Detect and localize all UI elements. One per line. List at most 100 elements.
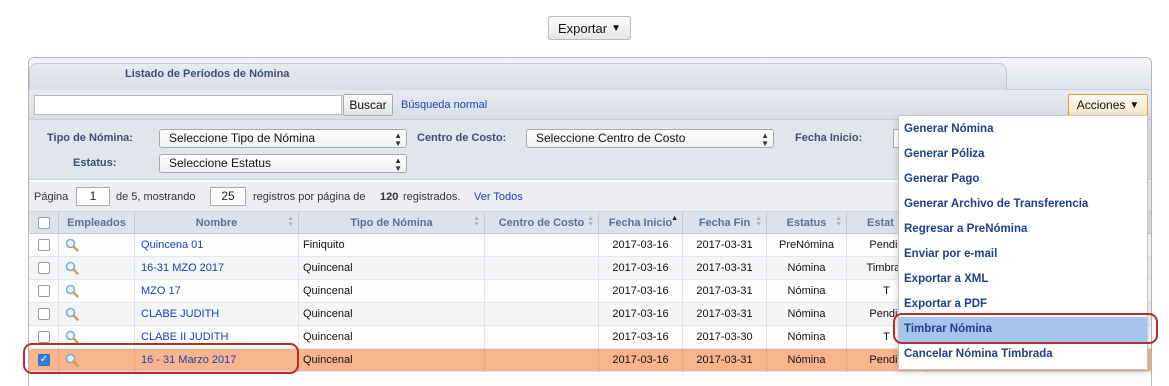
row-start-date: 2017-03-16 <box>599 257 683 280</box>
row-end-date: 2017-03-31 <box>683 349 767 372</box>
col-payroll-type[interactable]: Tipo de Nómina ▲ ▼ <box>299 212 485 234</box>
col-status[interactable]: Estatus ▲ ▼ <box>767 212 847 234</box>
col-end-date-label: Fecha Fin <box>698 217 751 229</box>
row-start-date: 2017-03-16 <box>599 349 683 372</box>
col-name[interactable]: Nombre ▲ ▼ <box>135 212 299 234</box>
row-status: Nómina <box>767 280 847 303</box>
menu-item-exportar-xml[interactable]: Exportar a XML <box>899 267 1147 292</box>
col-start-date-label: Fecha Inicio <box>608 217 673 229</box>
magnifier-icon[interactable] <box>65 330 79 344</box>
export-button[interactable]: Exportar ▼ <box>548 16 631 40</box>
cost-center-label: Centro de Costo: <box>417 132 507 144</box>
row-checkbox[interactable]: ✓ <box>38 354 50 366</box>
row-select-cell <box>29 234 59 257</box>
menu-item-generar-pago[interactable]: Generar Pago <box>899 167 1147 192</box>
status-select[interactable]: Seleccione Estatus ▲ ▼ <box>159 154 407 173</box>
row-select-cell: ✓ <box>29 349 59 372</box>
actions-label: Acciones <box>1076 98 1126 112</box>
row-start-date: 2017-03-16 <box>599 234 683 257</box>
cost-center-select[interactable]: Seleccione Centro de Costo ▲ ▼ <box>526 129 774 148</box>
row-select-cell <box>29 303 59 326</box>
row-name-link[interactable]: Quincena 01 <box>135 234 299 257</box>
row-view-cell <box>59 257 135 280</box>
row-name-link[interactable]: CLABE II JUDITH <box>135 326 299 349</box>
magnifier-icon[interactable] <box>65 307 79 321</box>
magnifier-icon[interactable] <box>65 353 79 367</box>
export-label: Exportar <box>557 20 608 36</box>
row-status: Nómina <box>767 303 847 326</box>
row-payroll-type: Quincenal <box>299 326 485 349</box>
row-cost-center <box>485 234 599 257</box>
chevron-down-icon: ▼ <box>1129 99 1140 111</box>
row-start-date: 2017-03-16 <box>599 303 683 326</box>
registered-label: registrados. <box>403 191 461 203</box>
menu-item-timbrar-nomina[interactable]: Timbrar Nómina <box>899 317 1147 342</box>
col-status-label: Estatus <box>786 217 827 229</box>
rows-per-page-input[interactable]: 25 <box>210 187 246 206</box>
panel-title: Listado de Períodos de Nómina <box>125 68 290 80</box>
row-status: PreNómina <box>767 234 847 257</box>
row-end-date: 2017-03-31 <box>683 257 767 280</box>
page-number-input[interactable]: 1 <box>76 187 110 206</box>
select-all-checkbox[interactable] <box>38 217 50 229</box>
col-cost-center[interactable]: Centro de Costo ▲ ▼ <box>485 212 599 234</box>
row-name-link[interactable]: MZO 17 <box>135 280 299 303</box>
menu-item-exportar-pdf[interactable]: Exportar a PDF <box>899 292 1147 317</box>
menu-item-regresar-prenomina[interactable]: Regresar a PreNómina <box>899 217 1147 242</box>
row-start-date: 2017-03-16 <box>599 280 683 303</box>
menu-item-generar-poliza[interactable]: Generar Póliza <box>899 142 1147 167</box>
row-payroll-type: Quincenal <box>299 257 485 280</box>
menu-item-generar-nomina[interactable]: Generar Nómina <box>899 117 1147 142</box>
records-label: registros por página de <box>253 191 366 203</box>
sort-icon: ▲ ▼ <box>287 215 294 228</box>
col-employees[interactable]: Empleados <box>59 212 135 234</box>
search-input[interactable] <box>34 95 342 115</box>
sort-icon: ▲ ▼ <box>473 215 480 228</box>
actions-menu: Generar Nómina Generar Póliza Generar Pa… <box>898 115 1148 370</box>
select-all-cell <box>29 212 59 234</box>
sort-asc-icon: ▲ <box>671 215 678 222</box>
row-start-date: 2017-03-16 <box>599 326 683 349</box>
page-label: Página <box>34 191 69 203</box>
row-name-link[interactable]: 16-31 MZO 2017 <box>135 257 299 280</box>
magnifier-icon[interactable] <box>65 238 79 252</box>
panel-header: Listado de Períodos de Nómina <box>29 58 1151 90</box>
row-checkbox[interactable] <box>38 262 50 274</box>
row-payroll-type: Finiquito <box>299 234 485 257</box>
row-cost-center <box>485 280 599 303</box>
row-status: Nómina <box>767 326 847 349</box>
row-checkbox[interactable] <box>38 239 50 251</box>
magnifier-icon[interactable] <box>65 261 79 275</box>
col-start-date[interactable]: Fecha Inicio ▲ <box>599 212 683 234</box>
page-of-label: de 5, mostrando <box>116 191 196 203</box>
row-name-link[interactable]: CLABE JUDITH <box>135 303 299 326</box>
row-end-date: 2017-03-30 <box>683 326 767 349</box>
row-view-cell <box>59 349 135 372</box>
row-status: Nómina <box>767 349 847 372</box>
payroll-type-select[interactable]: Seleccione Tipo de Nómina ▲ ▼ <box>159 129 407 148</box>
menu-item-generar-transferencia[interactable]: Generar Archivo de Transferencia <box>899 192 1147 217</box>
menu-item-cancelar-timbrada[interactable]: Cancelar Nómina Timbrada <box>899 342 1147 367</box>
menu-item-enviar-email[interactable]: Enviar por e-mail <box>899 242 1147 267</box>
row-status: Nómina <box>767 257 847 280</box>
row-checkbox[interactable] <box>38 285 50 297</box>
normal-search-link[interactable]: Búsqueda normal <box>401 99 487 111</box>
row-payroll-type: Quincenal <box>299 349 485 372</box>
row-view-cell <box>59 303 135 326</box>
magnifier-icon[interactable] <box>65 284 79 298</box>
row-view-cell <box>59 280 135 303</box>
select-arrows-icon: ▲ ▼ <box>761 131 769 148</box>
row-view-cell <box>59 234 135 257</box>
row-payroll-type: Quincenal <box>299 280 485 303</box>
search-button[interactable]: Buscar <box>343 94 393 116</box>
view-all-link[interactable]: Ver Todos <box>474 191 523 203</box>
records-total: 120 <box>380 191 399 203</box>
row-cost-center <box>485 257 599 280</box>
actions-button[interactable]: Acciones ▼ <box>1068 94 1148 116</box>
row-name-link[interactable]: 16 - 31 Marzo 2017 <box>135 349 299 372</box>
col-end-date[interactable]: Fecha Fin ▲ ▼ <box>683 212 767 234</box>
select-arrows-icon: ▲ ▼ <box>394 156 402 173</box>
row-select-cell <box>29 326 59 349</box>
row-checkbox[interactable] <box>38 308 50 320</box>
row-checkbox[interactable] <box>38 331 50 343</box>
